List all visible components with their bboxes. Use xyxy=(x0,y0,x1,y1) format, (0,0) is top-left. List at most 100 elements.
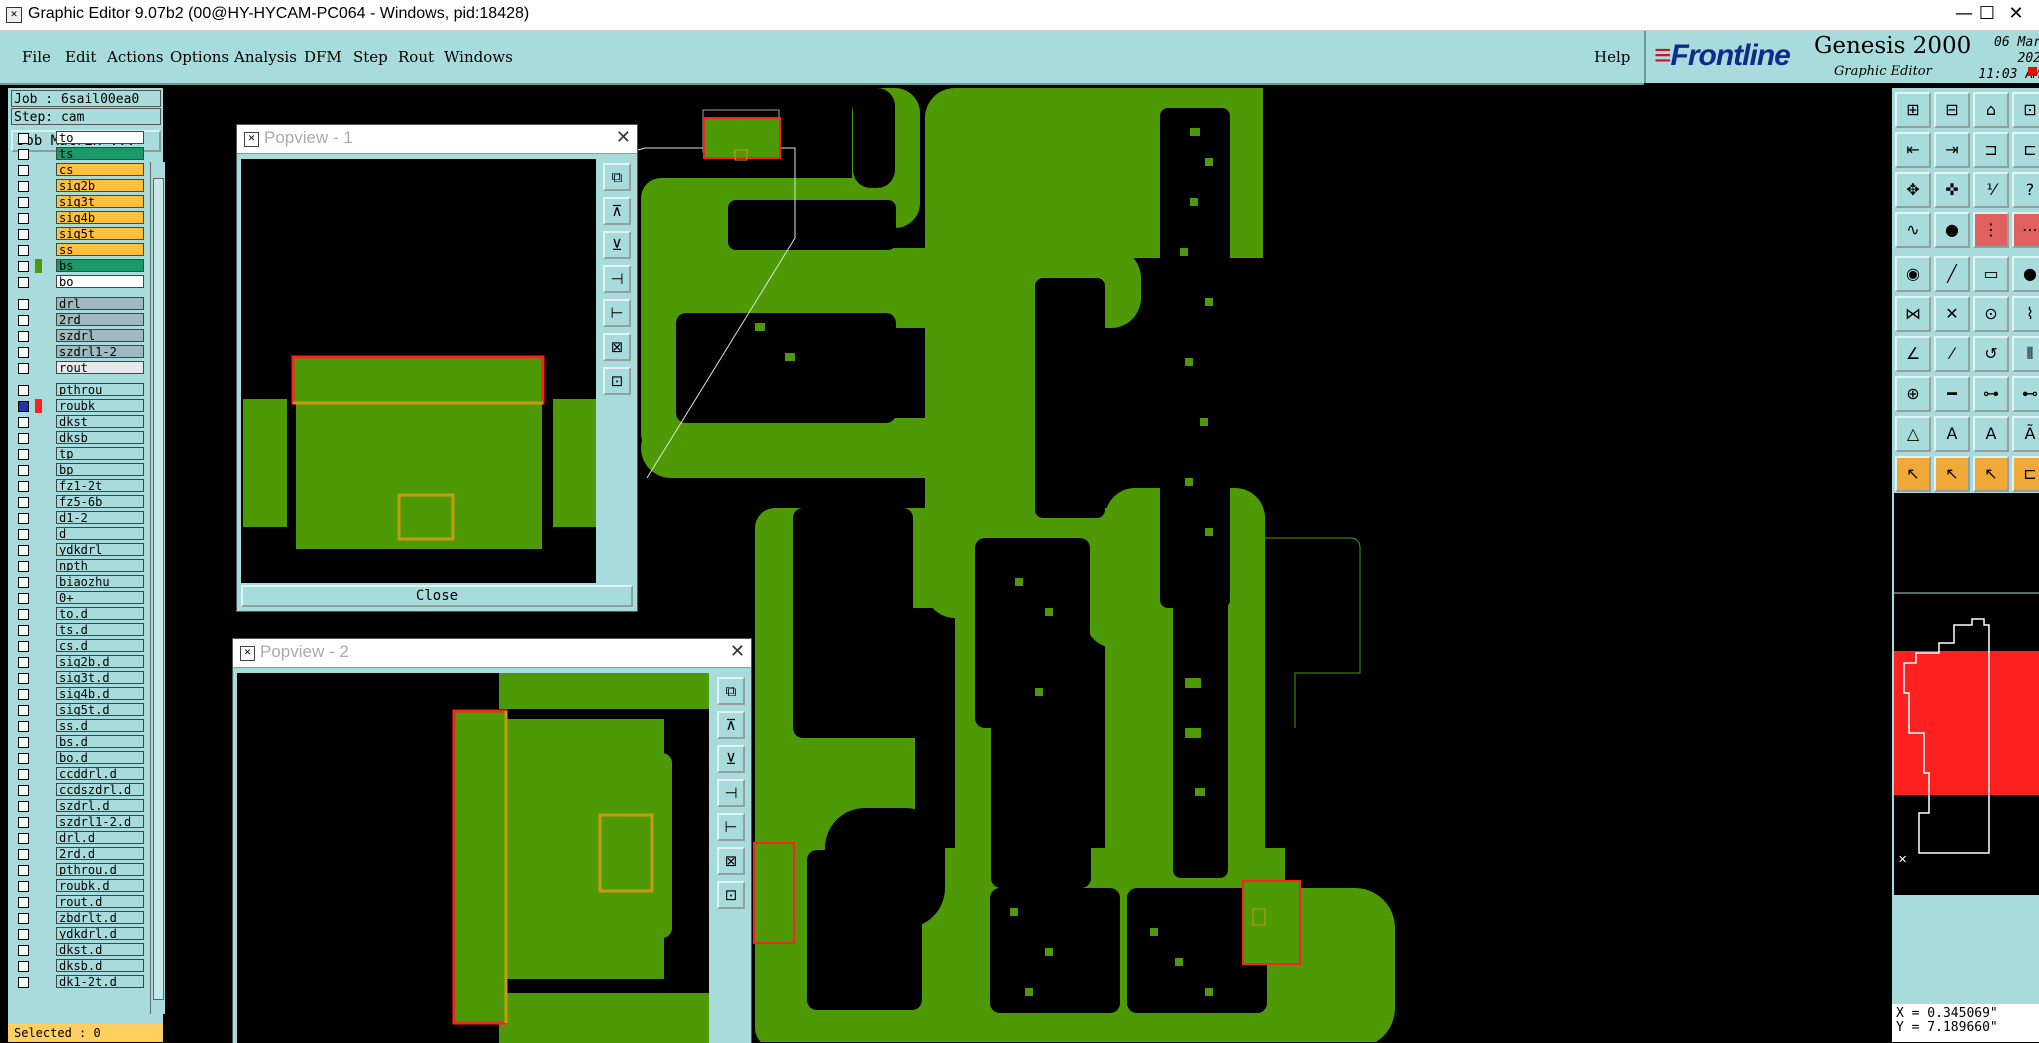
popview-zoom-out-icon[interactable]: ⊡ xyxy=(603,367,631,395)
net-highlight-icon[interactable]: ⋮ xyxy=(1973,212,2009,248)
popview-2-canvas[interactable] xyxy=(237,673,709,1043)
layer-checkbox[interactable] xyxy=(18,261,29,272)
layer-checkbox[interactable] xyxy=(18,385,29,396)
layer-name[interactable]: bp xyxy=(56,463,144,476)
cross-icon[interactable]: ✕ xyxy=(1934,296,1970,332)
layer-checkbox[interactable] xyxy=(18,545,29,556)
layer-name[interactable]: sig2b xyxy=(56,179,144,192)
menu-help[interactable]: Help xyxy=(1594,48,1630,66)
layer-row-d1-2[interactable]: d1-2 xyxy=(14,511,144,525)
layer-checkbox[interactable] xyxy=(18,865,29,876)
layer-name[interactable]: rout xyxy=(56,361,144,374)
query-icon[interactable]: ? xyxy=(2012,172,2039,208)
layer-row-2rd.d[interactable]: 2rd.d xyxy=(14,847,144,861)
layer-name[interactable]: roubk xyxy=(56,399,144,412)
layer-name[interactable]: tp xyxy=(56,447,144,460)
popview-fit-icon[interactable]: ⧉ xyxy=(603,163,631,191)
layer-row-biaozhu[interactable]: biaozhu xyxy=(14,575,144,589)
layer-row-ccddrl.d[interactable]: ccddrl.d xyxy=(14,767,144,781)
popview-1-close-button[interactable]: Close xyxy=(241,585,633,607)
copy-icon[interactable]: ⊷ xyxy=(2012,376,2039,412)
layer-checkbox[interactable] xyxy=(18,609,29,620)
popview-2-close-icon[interactable]: ✕ xyxy=(730,641,745,662)
angle-icon[interactable]: ∠ xyxy=(1895,336,1931,372)
circle-add-icon[interactable]: ● xyxy=(2012,256,2039,292)
layer-checkbox[interactable] xyxy=(18,401,29,412)
layer-row-ts.d[interactable]: ts.d xyxy=(14,623,144,637)
layer-name[interactable]: npth xyxy=(56,559,144,572)
layer-name[interactable]: ydkdrl.d xyxy=(56,927,144,940)
menu-edit[interactable]: Edit xyxy=(65,48,96,66)
layer-name[interactable]: pthrou xyxy=(56,383,144,396)
layer-row-fz1-2t[interactable]: fz1-2t xyxy=(14,479,144,493)
layer-name[interactable]: dk1-2t.d xyxy=(56,975,144,988)
menu-file[interactable]: File xyxy=(22,48,51,66)
layer-name[interactable]: ss.d xyxy=(56,719,144,732)
layer-row-bs[interactable]: bs xyxy=(14,259,144,273)
layer-checkbox[interactable] xyxy=(18,433,29,444)
layer-name[interactable]: 0+ xyxy=(56,591,144,604)
layer-row-tp[interactable]: tp xyxy=(14,447,144,461)
layer-checkbox[interactable] xyxy=(18,881,29,892)
join-icon[interactable]: ⊶ xyxy=(1973,376,2009,412)
layer-scrollbar[interactable] xyxy=(150,162,165,1014)
layer-name[interactable]: sig4b.d xyxy=(56,687,144,700)
center-icon[interactable]: ✜ xyxy=(1934,172,1970,208)
layer-row-drl[interactable]: drl xyxy=(14,297,144,311)
layer-checkbox[interactable] xyxy=(18,833,29,844)
layer-checkbox[interactable] xyxy=(18,785,29,796)
layer-row-bo[interactable]: bo xyxy=(14,275,144,289)
layer-row-pthrou[interactable]: pthrou xyxy=(14,383,144,397)
slash-icon[interactable]: ⁄ xyxy=(1934,336,1970,372)
point-icon[interactable]: ⊙ xyxy=(1973,296,2009,332)
layer-row-sig5t[interactable]: sig5t xyxy=(14,227,144,241)
fit-all-icon[interactable]: ✥ xyxy=(1895,172,1931,208)
layer-row-sig2b.d[interactable]: sig2b.d xyxy=(14,655,144,669)
layer-name[interactable]: dksb xyxy=(56,431,144,444)
layer-name[interactable]: drl.d xyxy=(56,831,144,844)
layer-checkbox[interactable] xyxy=(18,577,29,588)
layer-name[interactable]: fz5-6b xyxy=(56,495,144,508)
layer-checkbox[interactable] xyxy=(18,181,29,192)
layer-checkbox[interactable] xyxy=(18,481,29,492)
layer-checkbox[interactable] xyxy=(18,133,29,144)
layer-checkbox[interactable] xyxy=(18,245,29,256)
layer-row-ydkdrl[interactable]: ydkdrl xyxy=(14,543,144,557)
popview-right-icon[interactable]: ⊢ xyxy=(717,813,745,841)
pad-icon[interactable]: ◉ xyxy=(1895,256,1931,292)
pan-left-icon[interactable]: ⇤ xyxy=(1895,132,1931,168)
layer-name[interactable]: dkst.d xyxy=(56,943,144,956)
popview-right-icon[interactable]: ⊢ xyxy=(603,299,631,327)
layer-name[interactable]: bs xyxy=(56,259,144,272)
layer-row-dksb[interactable]: dksb xyxy=(14,431,144,445)
layer-checkbox[interactable] xyxy=(18,513,29,524)
layer-row-ss.d[interactable]: ss.d xyxy=(14,719,144,733)
layer-checkbox[interactable] xyxy=(18,417,29,428)
overview-map[interactable]: ✕ xyxy=(1894,493,2039,895)
layer-name[interactable]: bo.d xyxy=(56,751,144,764)
a-icon[interactable]: A xyxy=(1934,416,1970,452)
layer-name[interactable]: sig5t.d xyxy=(56,703,144,716)
layer-checkbox[interactable] xyxy=(18,197,29,208)
layer-name[interactable]: bs.d xyxy=(56,735,144,748)
layer-row-fz5-6b[interactable]: fz5-6b xyxy=(14,495,144,509)
layer-checkbox[interactable] xyxy=(18,737,29,748)
layer-name[interactable]: ccddrl.d xyxy=(56,767,144,780)
layer-checkbox[interactable] xyxy=(18,149,29,160)
layer-name[interactable]: szdrl.d xyxy=(56,799,144,812)
layer-checkbox[interactable] xyxy=(18,561,29,572)
layer-checkbox[interactable] xyxy=(18,529,29,540)
layer-row-cs[interactable]: cs xyxy=(14,163,144,177)
arc-icon[interactable]: ↺ xyxy=(1973,336,2009,372)
layer-checkbox[interactable] xyxy=(18,315,29,326)
select-net-icon[interactable]: ⊏ xyxy=(2012,456,2039,492)
select-remove-icon[interactable]: ↖ xyxy=(1973,456,2009,492)
layer-name[interactable]: d1-2 xyxy=(56,511,144,524)
layer-checkbox[interactable] xyxy=(18,721,29,732)
layer-checkbox[interactable] xyxy=(18,945,29,956)
layer-row-sig5t.d[interactable]: sig5t.d xyxy=(14,703,144,717)
layer-checkbox[interactable] xyxy=(18,299,29,310)
layer-name[interactable]: sig5t xyxy=(56,227,144,240)
popview-1-close-icon[interactable]: ✕ xyxy=(616,127,631,148)
layer-checkbox[interactable] xyxy=(18,913,29,924)
